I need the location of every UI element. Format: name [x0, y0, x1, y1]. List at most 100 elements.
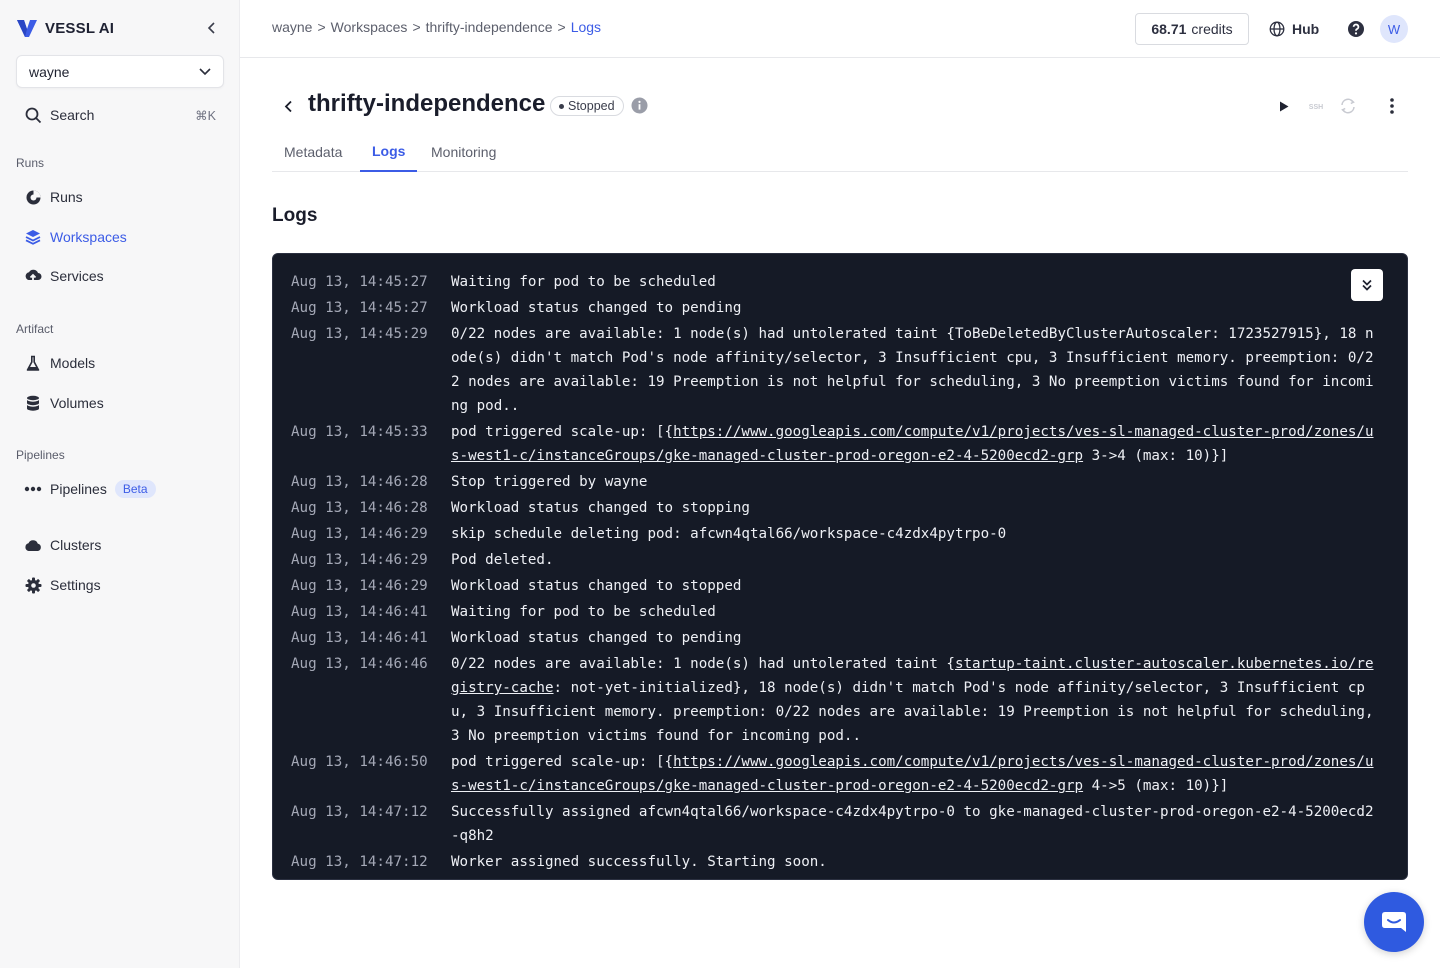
- breadcrumb-workspaces[interactable]: Workspaces: [331, 19, 408, 35]
- chat-support-button[interactable]: [1364, 892, 1424, 952]
- log-text: 0/22 nodes are available: 1 node(s) had …: [451, 326, 1374, 414]
- status-label: Stopped: [568, 99, 615, 113]
- breadcrumb-current: Logs: [570, 19, 602, 35]
- log-timestamp: Aug 13, 14:45:27: [291, 274, 428, 290]
- logs-panel[interactable]: Aug 13, 14:45:27 Waiting for pod to be sc…: [272, 253, 1408, 880]
- help-icon[interactable]: [1346, 19, 1366, 39]
- sidebar-item-workspaces[interactable]: Workspaces: [16, 221, 224, 253]
- more-options-button[interactable]: [1382, 96, 1402, 116]
- dots-icon: [24, 480, 42, 498]
- ssh-button[interactable]: SSH: [1304, 96, 1328, 116]
- log-row: Aug 13, 14:46:29 Pod deleted.: [291, 548, 1381, 572]
- database-icon: [24, 394, 42, 412]
- log-row: Aug 13, 14:46:29 Workload status changed …: [291, 574, 1381, 598]
- sidebar-item-pipelines[interactable]: Pipelines Beta: [16, 473, 224, 505]
- organization-select[interactable]: wayne: [16, 55, 224, 88]
- sidebar-item-clusters-label: Clusters: [50, 537, 102, 553]
- log-message: Successfully assigned afcwn4qtal66/works…: [451, 800, 1381, 848]
- log-timestamp: Aug 13, 14:45:29: [291, 326, 428, 342]
- log-row: Aug 13, 14:46:28 Workload status changed …: [291, 496, 1381, 520]
- cloud-upload-icon: [24, 267, 42, 285]
- log-row: Aug 13, 14:45:27 Waiting for pod to be sc…: [291, 270, 1381, 294]
- log-text: Pod deleted.: [451, 552, 554, 568]
- info-icon[interactable]: [631, 97, 648, 114]
- chevron-left-icon: [284, 100, 292, 112]
- tab-metadata[interactable]: Metadata: [272, 132, 354, 172]
- layers-icon: [24, 228, 42, 246]
- log-timestamp: Aug 13, 14:46:28: [291, 474, 428, 490]
- log-text: Successfully assigned afcwn4qtal66/works…: [451, 804, 1374, 844]
- log-message: pod triggered scale-up: [{https://www.go…: [451, 750, 1381, 798]
- hub-link[interactable]: Hub: [1269, 19, 1319, 39]
- gear-icon: [24, 576, 42, 594]
- log-text: 3->4 (max: 10)}]: [1083, 448, 1229, 464]
- search-nav-item[interactable]: Search ⌘K: [16, 99, 224, 131]
- log-timestamp: Aug 13, 14:46:41: [291, 604, 428, 620]
- chevron-left-icon: [207, 22, 215, 34]
- ssh-label: SSH: [1309, 104, 1323, 111]
- brand: VESSL AI: [16, 16, 224, 40]
- log-message: 0/22 nodes are available: 1 node(s) had …: [451, 652, 1381, 748]
- log-message: Waiting for pod to be scheduled: [451, 270, 1381, 294]
- refresh-icon: [1341, 98, 1355, 114]
- status-dot: [559, 103, 564, 109]
- sidebar-item-clusters[interactable]: Clusters: [16, 529, 224, 561]
- topbar: wayne > Workspaces > thrifty-independenc…: [240, 0, 1440, 58]
- breadcrumb-workspace[interactable]: thrifty-independence: [426, 19, 553, 35]
- sidebar-item-runs-label: Runs: [50, 189, 83, 205]
- log-timestamp: Aug 13, 14:46:46: [291, 656, 428, 672]
- log-text: Waiting for pod to be scheduled: [451, 274, 716, 290]
- organization-select-value: wayne: [29, 63, 70, 80]
- restart-button[interactable]: [1338, 96, 1358, 116]
- log-timestamp: Aug 13, 14:47:12: [291, 804, 428, 820]
- credits-button[interactable]: 68.71 credits: [1135, 13, 1249, 45]
- log-message: Worker assigned successfully. Starting s…: [451, 850, 1381, 874]
- tab-monitoring[interactable]: Monitoring: [419, 132, 508, 172]
- logs-section-title: Logs: [272, 205, 318, 226]
- section-label-pipelines: Pipelines: [16, 448, 65, 462]
- log-timestamp: Aug 13, 14:45:27: [291, 300, 428, 316]
- breadcrumb-org[interactable]: wayne: [272, 19, 312, 35]
- log-text: Workload status changed to pending: [451, 300, 742, 316]
- log-timestamp: Aug 13, 14:46:50: [291, 754, 428, 770]
- credits-label: credits: [1191, 21, 1233, 37]
- sidebar-item-runs[interactable]: Runs: [16, 181, 224, 213]
- collapse-sidebar-button[interactable]: [200, 16, 224, 40]
- breadcrumb-separator: >: [412, 19, 421, 35]
- start-button[interactable]: [1276, 96, 1292, 116]
- log-text: 4->5 (max: 10)}]: [1083, 778, 1229, 794]
- log-message: skip schedule deleting pod: afcwn4qtal66…: [451, 522, 1381, 546]
- credits-value: 68.71: [1151, 21, 1187, 37]
- sidebar-item-workspaces-label: Workspaces: [50, 229, 127, 245]
- tab-logs[interactable]: Logs: [360, 132, 418, 172]
- globe-icon: [1269, 21, 1285, 37]
- back-button[interactable]: [278, 95, 298, 117]
- search-label: Search: [50, 107, 95, 123]
- sidebar-item-pipelines-label: Pipelines: [50, 481, 107, 497]
- sidebar-item-settings[interactable]: Settings: [16, 569, 224, 601]
- brand-name: VESSL AI: [45, 19, 115, 37]
- sidebar-item-volumes-label: Volumes: [50, 395, 104, 411]
- hub-label: Hub: [1292, 21, 1320, 37]
- log-timestamp: Aug 13, 14:46:29: [291, 578, 428, 594]
- log-list: Aug 13, 14:45:27 Waiting for pod to be sc…: [291, 270, 1381, 876]
- log-row: Aug 13, 14:46:28 Stop triggered by wayne: [291, 470, 1381, 494]
- log-text: skip schedule deleting pod: afcwn4qtal66…: [451, 526, 1007, 542]
- log-row: Aug 13, 14:46:50 pod triggered scale-up: …: [291, 750, 1381, 798]
- breadcrumb: wayne > Workspaces > thrifty-independenc…: [272, 19, 601, 35]
- log-timestamp: Aug 13, 14:45:33: [291, 424, 428, 440]
- play-icon: [1280, 101, 1289, 111]
- avatar[interactable]: W: [1380, 15, 1408, 43]
- page-title: thrifty-independence: [308, 90, 546, 117]
- sidebar: VESSL AI wayne Search ⌘K Runs Runs Works…: [0, 0, 240, 968]
- section-label-runs: Runs: [16, 156, 45, 170]
- log-message: pod triggered scale-up: [{https://www.go…: [451, 420, 1381, 468]
- sidebar-item-volumes[interactable]: Volumes: [16, 387, 224, 419]
- log-message: Workload status changed to stopped: [451, 574, 1381, 598]
- log-text: : not-yet-initialized}, 18 node(s) didn'…: [451, 680, 1383, 744]
- log-timestamp: Aug 13, 14:46:41: [291, 630, 428, 646]
- log-row: Aug 13, 14:47:12 Successfully assigned af…: [291, 800, 1381, 848]
- sidebar-item-models[interactable]: Models: [16, 347, 224, 379]
- sidebar-item-services[interactable]: Services: [16, 260, 224, 292]
- scroll-to-bottom-button[interactable]: [1351, 269, 1383, 301]
